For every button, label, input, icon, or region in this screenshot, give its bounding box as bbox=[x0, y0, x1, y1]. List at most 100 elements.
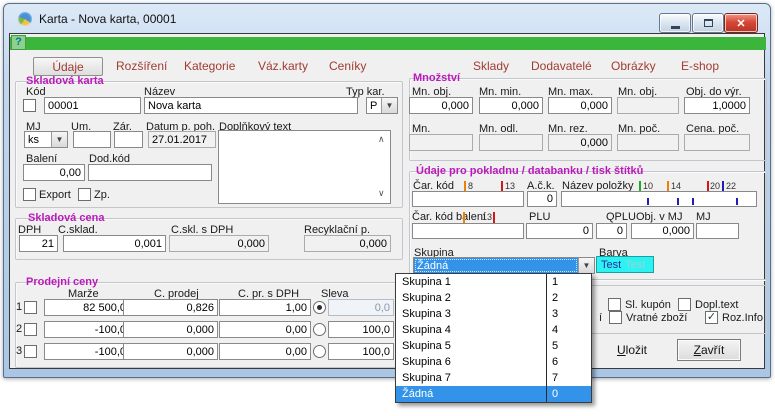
scroll-up-icon[interactable]: ∧ bbox=[378, 135, 385, 144]
tab-dodavatele[interactable]: Dodavatelé bbox=[531, 59, 592, 73]
marker-num-13: 13 bbox=[505, 181, 515, 191]
dopl-text-checkbox[interactable] bbox=[678, 298, 691, 311]
obj-v-mj-label: Obj. v MJ bbox=[636, 211, 682, 223]
sleva-radio-2[interactable] bbox=[313, 323, 326, 336]
c-prodej-field-1[interactable]: 0,826 bbox=[123, 299, 218, 316]
sleva-radio-1[interactable] bbox=[313, 301, 326, 314]
um-field[interactable] bbox=[73, 131, 111, 148]
zp-checkbox[interactable] bbox=[78, 188, 91, 201]
app-window: Karta - Nova karta, 00001 ✕ ? Údaje Rozš… bbox=[3, 3, 771, 378]
minimize-button[interactable] bbox=[659, 13, 691, 33]
zar-field[interactable] bbox=[114, 131, 143, 148]
dropdown-item[interactable]: Skupina 55 bbox=[396, 338, 591, 354]
c-pr-s-dph-field-3[interactable]: 0,00 bbox=[219, 343, 311, 360]
plu-field[interactable]: 0 bbox=[526, 223, 593, 239]
tab-sklady[interactable]: Sklady bbox=[473, 59, 509, 73]
tab-vaz-karty[interactable]: Váz.karty bbox=[258, 59, 308, 73]
datum-field[interactable]: 27.01.2017 bbox=[148, 131, 216, 148]
zavrit-button[interactable]: Zavřít bbox=[677, 339, 741, 361]
kod-field[interactable]: 00001 bbox=[44, 97, 141, 114]
qplu-field[interactable]: 0 bbox=[596, 223, 627, 239]
tab-eshop[interactable]: E-shop bbox=[681, 59, 719, 73]
dropdown-item[interactable]: Skupina 33 bbox=[396, 306, 591, 322]
group-prodejni-ceny-title: Prodejní ceny bbox=[26, 276, 98, 288]
app-icon bbox=[18, 12, 32, 26]
chevron-down-icon[interactable]: ▼ bbox=[578, 258, 594, 273]
price-row2-checkbox[interactable] bbox=[24, 323, 37, 336]
marker-num-20: 20 bbox=[710, 181, 720, 191]
nazev-field[interactable]: Nova karta bbox=[144, 97, 358, 114]
marker-num-10: 10 bbox=[643, 181, 653, 191]
window-title: Karta - Nova karta, 00001 bbox=[39, 12, 176, 26]
dropdown-item[interactable]: Skupina 11 bbox=[396, 274, 591, 290]
ulozit-button[interactable]: Uložit bbox=[601, 340, 663, 360]
price-row3-checkbox[interactable] bbox=[24, 345, 37, 358]
marze-field-2[interactable]: -100,0 bbox=[44, 321, 130, 338]
screen: Karta - Nova karta, 00001 ✕ ? Údaje Rozš… bbox=[0, 0, 775, 416]
tab-udaje[interactable]: Údaje bbox=[33, 57, 103, 76]
barva-test-swatch[interactable]: Test Test bbox=[596, 256, 654, 273]
hidden-label-fragment: í bbox=[599, 312, 602, 324]
c-prodej-field-2[interactable]: 0,000 bbox=[123, 321, 218, 338]
ack-field[interactable]: 0 bbox=[527, 191, 557, 207]
c-pr-s-dph-field-1[interactable]: 1,00 bbox=[219, 299, 311, 316]
doplnkovy-text-area[interactable] bbox=[218, 130, 391, 204]
chevron-down-icon[interactable]: ▼ bbox=[51, 132, 67, 147]
window-titlebar[interactable]: Karta - Nova karta, 00001 bbox=[4, 4, 770, 33]
marker-num-14: 14 bbox=[671, 181, 681, 191]
mn-max-field[interactable]: 0,000 bbox=[548, 97, 612, 114]
dropdown-item[interactable]: Skupina 77 bbox=[396, 370, 591, 386]
vratne-zbozi-checkbox[interactable] bbox=[609, 311, 622, 324]
dph-field[interactable]: 21 bbox=[19, 235, 58, 252]
scroll-down-icon[interactable]: ∨ bbox=[378, 189, 385, 198]
chevron-down-icon[interactable]: ▼ bbox=[381, 98, 397, 113]
group-mnozstvi-title: Množství bbox=[413, 72, 460, 84]
mj-combo[interactable]: ks ▼ bbox=[24, 131, 68, 148]
recyklacni-field: 0,000 bbox=[304, 235, 391, 252]
baleni-field[interactable]: 0,00 bbox=[23, 164, 85, 181]
csklad-field[interactable]: 0,001 bbox=[63, 235, 166, 252]
dopl-text-label: Dopl.text bbox=[695, 299, 738, 311]
mn-odl-field bbox=[479, 134, 543, 151]
maximize-button[interactable] bbox=[692, 13, 724, 33]
tab-kategorie[interactable]: Kategorie bbox=[184, 59, 235, 73]
marker-dash bbox=[647, 198, 649, 205]
sleva-field-3[interactable]: 100,0 bbox=[328, 343, 394, 360]
dropdown-item[interactable]: Skupina 44 bbox=[396, 322, 591, 338]
dod-kod-field[interactable] bbox=[88, 164, 212, 181]
obj-v-mj-field[interactable]: 0,000 bbox=[631, 223, 694, 239]
sleva-field-2[interactable]: 100,0 bbox=[328, 321, 394, 338]
tab-rozsireni[interactable]: Rozšíření bbox=[116, 59, 167, 73]
plu-label: PLU bbox=[529, 211, 550, 223]
roz-info-checkbox[interactable]: ✓ bbox=[705, 311, 718, 324]
car-kod-baleni-field[interactable] bbox=[412, 223, 524, 239]
marze-field-1[interactable]: 82 500,0 bbox=[44, 299, 130, 316]
client-area: ? Údaje Rozšíření Kategorie Váz.karty Ce… bbox=[9, 33, 765, 369]
export-checkbox[interactable] bbox=[23, 188, 36, 201]
c-pr-s-dph-field-2[interactable]: 0,00 bbox=[219, 321, 311, 338]
tab-obrazky[interactable]: Obrázky bbox=[611, 59, 656, 73]
dropdown-item[interactable]: Skupina 66 bbox=[396, 354, 591, 370]
typ-kar-combo[interactable]: P ▼ bbox=[366, 97, 398, 114]
nazev-polozky-field[interactable] bbox=[561, 191, 757, 207]
close-button[interactable]: ✕ bbox=[724, 13, 758, 33]
skupina-combo[interactable]: Žádná ▼ bbox=[413, 257, 595, 274]
dropdown-item[interactable]: Skupina 22 bbox=[396, 290, 591, 306]
sleva-radio-3[interactable] bbox=[313, 345, 326, 358]
mn-obj-field[interactable]: 0,000 bbox=[409, 97, 473, 114]
obj-do-vyr-field[interactable]: 1,0000 bbox=[684, 97, 750, 114]
sl-kupon-checkbox[interactable] bbox=[608, 298, 621, 311]
c-prodej-field-3[interactable]: 0,000 bbox=[123, 343, 218, 360]
help-button[interactable]: ? bbox=[11, 35, 26, 50]
mj-small-label: MJ bbox=[696, 211, 711, 223]
mn-min-field[interactable]: 0,000 bbox=[479, 97, 543, 114]
car-kod-field[interactable] bbox=[412, 191, 524, 207]
marker-num-8: 8 bbox=[468, 181, 473, 191]
price-row1-checkbox[interactable] bbox=[24, 301, 37, 314]
mj-small-field[interactable] bbox=[696, 223, 739, 239]
tab-ceniky[interactable]: Ceníky bbox=[329, 59, 366, 73]
marze-field-3[interactable]: -100,0 bbox=[44, 343, 130, 360]
kod-checkbox[interactable] bbox=[23, 99, 36, 112]
dropdown-item-selected[interactable]: Žádná0 bbox=[396, 386, 591, 402]
sleva-field-1: 0,0 bbox=[328, 299, 394, 316]
